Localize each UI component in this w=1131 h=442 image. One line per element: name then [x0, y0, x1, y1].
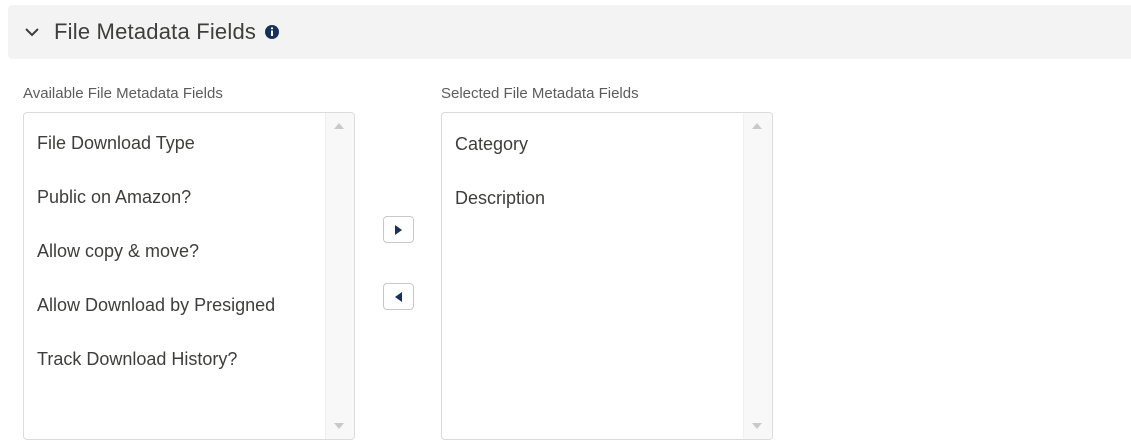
triangle-right-icon	[395, 224, 402, 235]
list-item[interactable]: Category	[442, 117, 744, 171]
selected-fields-label: Selected File Metadata Fields	[441, 85, 639, 102]
scroll-up-icon[interactable]	[334, 123, 344, 129]
info-icon[interactable]	[264, 24, 280, 40]
list-item[interactable]: File Download Type	[24, 116, 326, 170]
selected-fields-options: Category Description	[442, 113, 744, 439]
selected-scrollbar[interactable]	[743, 113, 772, 439]
section-title: File Metadata Fields	[54, 19, 257, 44]
list-item[interactable]: Allow Download by Presigned	[24, 278, 326, 332]
chevron-down-icon[interactable]	[24, 24, 40, 40]
scroll-down-icon[interactable]	[752, 423, 762, 429]
available-fields-options: File Download Type Public on Amazon? All…	[24, 113, 326, 439]
available-scrollbar[interactable]	[325, 113, 354, 439]
scroll-up-icon[interactable]	[752, 123, 762, 129]
section-header-file-metadata-fields[interactable]: File Metadata Fields	[8, 5, 1131, 59]
move-to-available-button[interactable]	[383, 283, 414, 310]
scroll-down-icon[interactable]	[334, 423, 344, 429]
selected-fields-listbox[interactable]: Category Description	[441, 112, 773, 440]
list-item[interactable]: Description	[442, 171, 744, 225]
list-item[interactable]: Track Download History?	[24, 332, 326, 386]
list-item[interactable]: Allow copy & move?	[24, 224, 326, 278]
move-to-selected-button[interactable]	[383, 216, 414, 243]
triangle-left-icon	[395, 291, 402, 302]
available-fields-label: Available File Metadata Fields	[23, 85, 223, 102]
list-item[interactable]: Public on Amazon?	[24, 170, 326, 224]
available-fields-listbox[interactable]: File Download Type Public on Amazon? All…	[23, 112, 355, 440]
